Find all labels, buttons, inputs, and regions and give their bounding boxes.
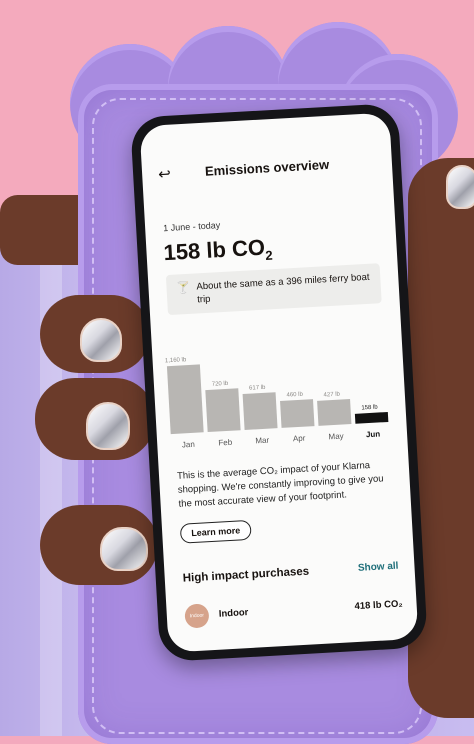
chart-bar-feb [205,388,241,433]
top-bar: ↩ Emissions overview [142,150,393,188]
chart-month-label: Apr [292,433,306,444]
show-all-link[interactable]: Show all [358,561,399,574]
phone: ↩ Emissions overview 1 June - today 158 … [129,102,429,663]
merchant-name: Indoor [218,607,249,620]
nail [100,527,148,571]
nail [80,318,122,362]
purchase-emissions: 418 lb CO₂ [354,598,403,613]
comparison-text: About the same as a 396 miles ferry boat… [196,271,370,306]
section-title: High impact purchases [182,565,310,585]
chart-bar-apr [280,399,315,428]
description-text: This is the average CO₂ impact of your K… [176,460,384,510]
cocktail-icon: 🍸 [176,281,191,295]
chart-value-label: 158 lb [361,404,378,412]
co2-subscript: 2 [264,247,274,263]
chart-month-label: Mar [255,435,270,446]
chart-bar-jan [166,364,204,435]
period-label: 1 June - today [162,220,221,234]
chart-value-label: 720 lb [211,380,229,388]
page-title: Emissions overview [204,156,330,179]
nail [446,165,474,209]
chart-value-label: 617 lb [248,384,266,392]
total-emissions: 158 lb CO2 [163,234,273,268]
chart-month-label: Feb [218,437,233,448]
total-emissions-value: 158 lb CO [162,234,266,266]
learn-more-button[interactable]: Learn more [179,519,252,544]
chart-month-label: May [328,431,344,442]
chart-bar-jun [354,411,389,424]
purchase-row[interactable]: Indoor Indoor 418 lb CO₂ [184,592,403,634]
chart-month-label: Jan [181,439,196,450]
chart-value-label: 427 lb [323,391,341,399]
merchant-avatar: Indoor [184,603,210,629]
chart-value-label: 460 lb [286,391,304,399]
chart-bar-mar [242,392,278,430]
comparison-card: 🍸 About the same as a 396 miles ferry bo… [165,263,382,316]
chart-bar-may [317,399,352,426]
monthly-emissions-chart: 1,160 lb Jan 720 lb Feb 617 lb Mar 460 lb Apr 42… [165,338,395,450]
app-screen: ↩ Emissions overview 1 June - today 158 … [139,112,419,653]
chart-value-label: 1,160 lb [164,357,187,365]
nail [86,402,130,450]
chart-month-label: Jun [365,429,381,440]
